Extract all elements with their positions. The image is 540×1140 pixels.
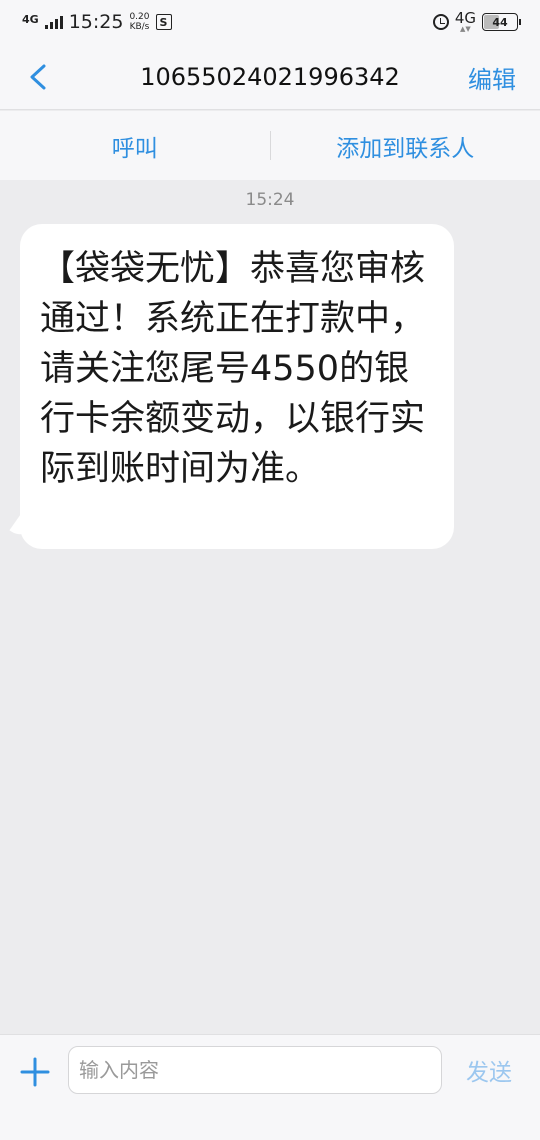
network-speed: 0.20 KB/s — [129, 12, 149, 32]
back-arrow-icon[interactable] — [26, 63, 52, 91]
contact-actions-bar: 呼叫 添加到联系人 — [0, 111, 540, 180]
call-button[interactable]: 呼叫 — [0, 111, 270, 180]
status-time: 15:25 — [68, 11, 124, 33]
send-button[interactable]: 发送 — [466, 1046, 512, 1094]
conversation-header: 10655024021996342 编辑 — [0, 44, 540, 110]
add-to-contacts-button[interactable]: 添加到联系人 — [271, 111, 540, 180]
message-text: 【袋袋无忧】恭喜您审核通过！系统正在打款中，请关注您尾号4550的银行卡余额变动… — [40, 249, 426, 489]
network-type: 4G — [22, 12, 39, 26]
network-type-right: 4G — [454, 9, 476, 27]
status-left: 4G 15:25 0.20 KB/s S — [22, 11, 172, 33]
battery-icon: 44 — [482, 13, 521, 31]
contact-number-title: 10655024021996342 — [140, 63, 400, 91]
message-timestamp: 15:24 — [245, 190, 295, 210]
speed-unit: KB/s — [129, 22, 150, 32]
message-bubble[interactable]: 【袋袋无忧】恭喜您审核通过！系统正在打款中，请关注您尾号4550的银行卡余额变动… — [20, 224, 454, 549]
mobile-data-indicator: 4G ▲▼ — [454, 9, 476, 34]
data-arrows-icon: ▲▼ — [460, 25, 471, 33]
status-right: 4G ▲▼ 44 — [432, 9, 521, 34]
edit-button[interactable]: 编辑 — [468, 44, 516, 110]
plus-icon[interactable] — [20, 1057, 50, 1087]
composer-bar: 发送 — [0, 1034, 540, 1140]
signal-icon — [44, 15, 63, 29]
s-notification-icon: S — [155, 14, 172, 30]
alarm-icon — [432, 14, 449, 30]
speed-value: 0.20 — [129, 12, 150, 22]
status-bar: 4G 15:25 0.20 KB/s S 4G ▲▼ 44 — [0, 0, 540, 44]
battery-level: 44 — [492, 15, 508, 29]
message-input[interactable] — [68, 1046, 442, 1094]
